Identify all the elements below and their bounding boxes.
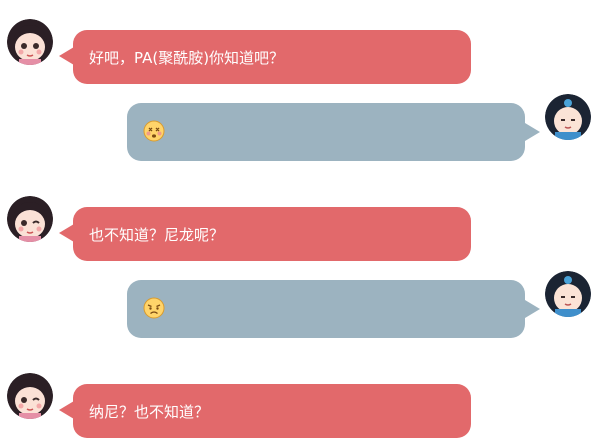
bubble-tail xyxy=(525,300,540,318)
worried-face-emoji-icon xyxy=(143,297,165,324)
message-bubble-outgoing xyxy=(127,280,525,338)
bubble-tail xyxy=(59,47,74,65)
girl-winking-avatar xyxy=(7,196,53,242)
dizzy-face-emoji-icon xyxy=(143,120,165,147)
girl-winking-avatar xyxy=(7,373,53,419)
bubble-tail xyxy=(59,401,74,419)
message-bubble-incoming: 好吧，PA(聚酰胺)你知道吧？ xyxy=(73,30,471,84)
bubble-tail xyxy=(525,123,540,141)
message-bubble-incoming: 也不知道？尼龙呢？ xyxy=(73,207,471,261)
boy-avatar xyxy=(545,271,591,317)
message-text: 好吧，PA(聚酰胺)你知道吧？ xyxy=(89,49,285,67)
bubble-tail xyxy=(59,224,74,242)
message-bubble-incoming: 纳尼？也不知道？ xyxy=(73,384,471,438)
girl-avatar xyxy=(7,19,53,65)
message-text: 也不知道？尼龙呢？ xyxy=(89,226,225,244)
boy-avatar xyxy=(545,94,591,140)
message-text: 纳尼？也不知道？ xyxy=(89,403,210,421)
message-bubble-outgoing xyxy=(127,103,525,161)
